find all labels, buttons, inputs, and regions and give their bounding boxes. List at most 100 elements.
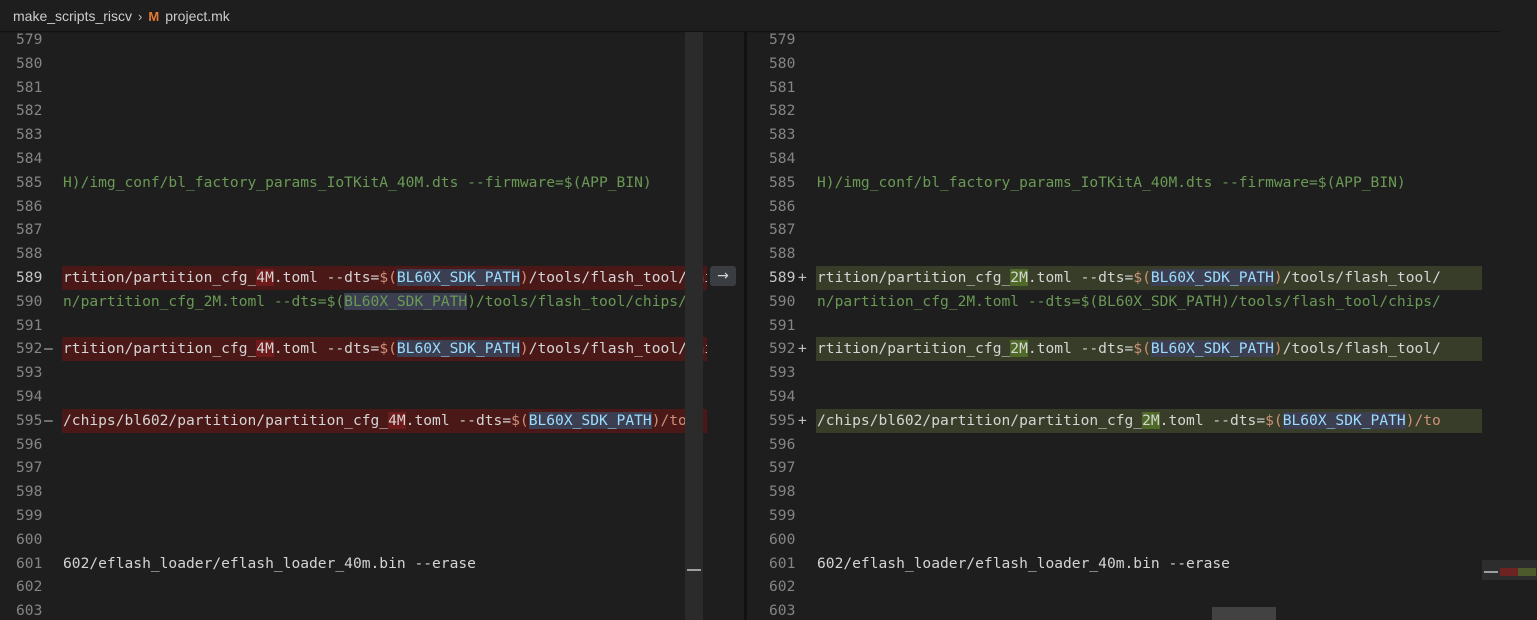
code-line[interactable]: 581 — [747, 76, 1500, 100]
code-line[interactable]: 602 — [0, 575, 707, 599]
code-text[interactable] — [62, 504, 707, 528]
code-text[interactable] — [816, 147, 1500, 171]
code-line[interactable]: 583 — [747, 123, 1500, 147]
diff-modified-pane[interactable]: 579 580 581 582 583 584 585 H)/img_conf/bl_fact… — [747, 28, 1500, 620]
code-text[interactable] — [62, 528, 707, 552]
code-text[interactable] — [816, 99, 1500, 123]
code-line[interactable]: 591 — [0, 314, 707, 338]
code-text[interactable]: H)/img_conf/bl_factory_params_IoTKitA_40… — [62, 171, 707, 195]
code-line[interactable]: 603 — [747, 599, 1500, 620]
code-line[interactable]: 601 602/eflash_loader/eflash_loader_40m.b… — [0, 552, 707, 576]
code-line[interactable]: 580 — [0, 52, 707, 76]
code-text[interactable] — [62, 52, 707, 76]
code-line[interactable]: 595—/chips/bl602/partition/partition_cfg… — [0, 408, 707, 433]
code-text[interactable] — [62, 385, 707, 409]
code-line[interactable]: 600 — [0, 528, 707, 552]
deleted-code[interactable]: rtition/partition_cfg_4M.toml --dts=$(BL… — [62, 266, 707, 290]
code-text[interactable] — [816, 599, 1500, 620]
code-line[interactable]: 587 — [747, 218, 1500, 242]
code-text[interactable] — [62, 76, 707, 100]
code-text[interactable]: n/partition_cfg_2M.toml --dts=$(BL60X_SD… — [816, 290, 1500, 314]
code-text[interactable] — [816, 52, 1500, 76]
code-text[interactable] — [62, 599, 707, 620]
code-line[interactable]: 582 — [747, 99, 1500, 123]
horizontal-scrollbar-thumb[interactable] — [1212, 607, 1276, 620]
code-line[interactable]: 590 n/partition_cfg_2M.toml --dts=$(BL60X… — [0, 290, 707, 314]
code-text[interactable] — [816, 575, 1500, 599]
code-text[interactable] — [816, 480, 1500, 504]
code-line[interactable]: 602 — [747, 575, 1500, 599]
breadcrumb-folder[interactable]: make_scripts_riscv — [13, 8, 132, 24]
inserted-code[interactable]: rtition/partition_cfg_2M.toml --dts=$(BL… — [816, 266, 1500, 290]
code-text[interactable]: n/partition_cfg_2M.toml --dts=$(BL60X_SD… — [62, 290, 707, 314]
code-text[interactable] — [62, 99, 707, 123]
code-text[interactable] — [62, 314, 707, 338]
code-text[interactable] — [816, 385, 1500, 409]
code-line[interactable]: 597 — [0, 456, 707, 480]
code-line[interactable]: 584 — [0, 147, 707, 171]
code-text[interactable] — [62, 195, 707, 219]
code-line[interactable]: 598 — [0, 480, 707, 504]
code-text[interactable] — [816, 123, 1500, 147]
code-line[interactable]: 593 — [0, 361, 707, 385]
code-line[interactable]: 586 — [747, 195, 1500, 219]
code-text[interactable] — [816, 528, 1500, 552]
code-line[interactable]: 582 — [0, 99, 707, 123]
code-line[interactable]: 600 — [747, 528, 1500, 552]
code-line[interactable]: 601 602/eflash_loader/eflash_loader_40m.b… — [747, 552, 1500, 576]
code-text[interactable]: H)/img_conf/bl_factory_params_IoTKitA_40… — [816, 171, 1500, 195]
code-line[interactable]: 590 n/partition_cfg_2M.toml --dts=$(BL60X… — [747, 290, 1500, 314]
code-text[interactable] — [816, 433, 1500, 457]
original-pane-scrollbar[interactable] — [685, 32, 703, 620]
code-text[interactable] — [816, 218, 1500, 242]
scrollbar-thumb[interactable] — [685, 32, 703, 620]
diff-sash[interactable] — [744, 32, 747, 620]
code-text[interactable] — [816, 361, 1500, 385]
code-line[interactable]: 596 — [0, 433, 707, 457]
code-text[interactable] — [62, 433, 707, 457]
code-line[interactable]: 599 — [0, 504, 707, 528]
code-line[interactable]: 598 — [747, 480, 1500, 504]
breadcrumb-file[interactable]: project.mk — [165, 8, 230, 24]
code-line[interactable]: 592 + rtition/partition_cfg_2M.toml --dts=… — [747, 337, 1500, 362]
code-line[interactable]: 596 — [747, 433, 1500, 457]
code-line[interactable]: 584 — [747, 147, 1500, 171]
code-line[interactable]: 588 — [747, 242, 1500, 266]
code-line[interactable]: 589 rtition/partition_cfg_4M.toml --dts=$… — [0, 266, 707, 290]
code-line[interactable]: 599 — [747, 504, 1500, 528]
code-line[interactable]: 585 H)/img_conf/bl_factory_params_IoTKitA… — [747, 171, 1500, 195]
inserted-code[interactable]: rtition/partition_cfg_2M.toml --dts=$(BL… — [816, 337, 1500, 362]
code-line[interactable]: 588 — [0, 242, 707, 266]
deleted-code[interactable]: rtition/partition_cfg_4M.toml --dts=$(BL… — [62, 337, 707, 362]
code-line[interactable]: 586 — [0, 195, 707, 219]
code-line[interactable]: 597 — [747, 456, 1500, 480]
code-text[interactable] — [816, 314, 1500, 338]
code-line[interactable]: 595 +/chips/bl602/partition/partition_cfg… — [747, 408, 1500, 433]
code-line[interactable]: 589 + rtition/partition_cfg_2M.toml --dts=… — [747, 266, 1500, 290]
overview-ruler[interactable] — [1482, 32, 1537, 620]
code-text[interactable] — [62, 575, 707, 599]
code-line[interactable]: 594 — [747, 385, 1500, 409]
code-text[interactable] — [816, 456, 1500, 480]
inserted-code[interactable]: /chips/bl602/partition/partition_cfg_2M.… — [816, 408, 1500, 433]
code-line[interactable]: 581 — [0, 76, 707, 100]
code-line[interactable]: 585 H)/img_conf/bl_factory_params_IoTKitA… — [0, 171, 707, 195]
code-line[interactable]: 592— rtition/partition_cfg_4M.toml --dts=… — [0, 337, 707, 362]
deleted-code[interactable]: /chips/bl602/partition/partition_cfg_4M.… — [62, 408, 707, 433]
code-text[interactable] — [62, 361, 707, 385]
code-line[interactable]: 587 — [0, 218, 707, 242]
code-text[interactable] — [62, 123, 707, 147]
code-text[interactable] — [816, 242, 1500, 266]
diff-original-pane[interactable]: 579 580 581 582 583 584 585 H)/img_conf/bl_fact… — [0, 28, 707, 620]
code-line[interactable]: 583 — [0, 123, 707, 147]
code-text[interactable] — [62, 218, 707, 242]
code-line[interactable]: 580 — [747, 52, 1500, 76]
code-line[interactable]: 603 — [0, 599, 707, 620]
code-line[interactable]: 593 — [747, 361, 1500, 385]
code-line[interactable]: 594 — [0, 385, 707, 409]
code-text[interactable] — [62, 242, 707, 266]
code-text[interactable]: 602/eflash_loader/eflash_loader_40m.bin … — [62, 552, 707, 576]
code-text[interactable] — [62, 147, 707, 171]
code-text[interactable] — [816, 504, 1500, 528]
code-line[interactable]: 591 — [747, 314, 1500, 338]
